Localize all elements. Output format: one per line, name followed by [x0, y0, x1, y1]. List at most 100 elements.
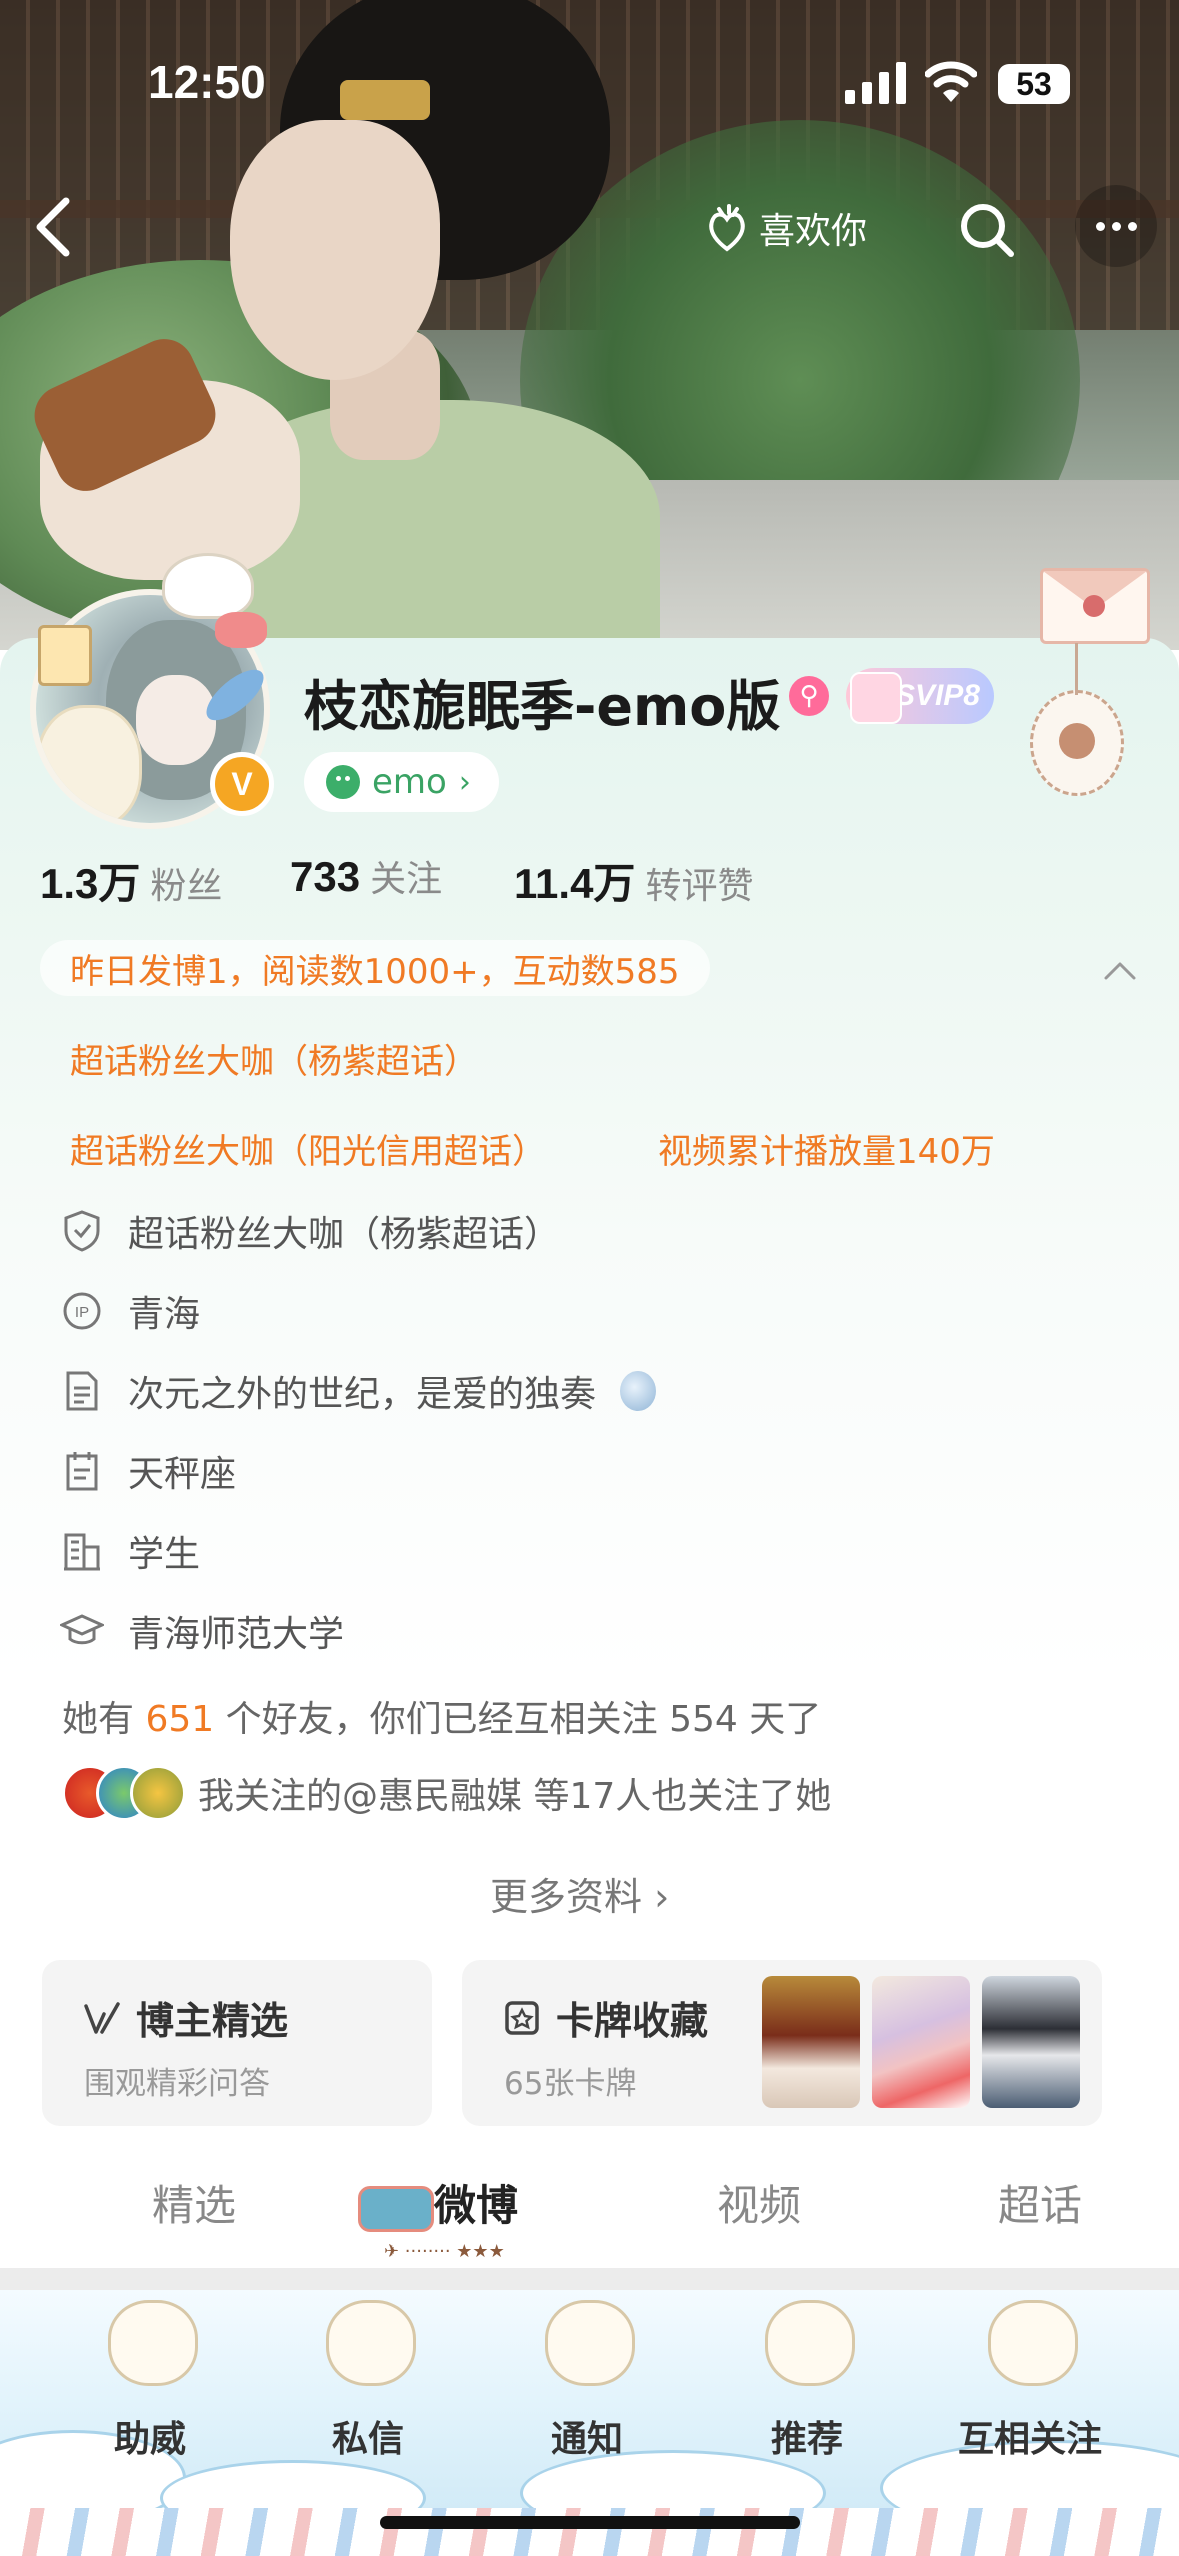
friends-prefix: 她有	[62, 1699, 135, 1740]
common-follows-avatars	[62, 1765, 186, 1821]
pen-check-icon	[84, 2001, 120, 2034]
blogger-picks-card[interactable]: 博主精选 围观精彩问答	[42, 1960, 432, 2126]
card-collection-card[interactable]: 卡牌收藏 65张卡牌	[462, 1960, 1102, 2126]
mascot-icon	[988, 2300, 1078, 2386]
ip-location-icon: IP	[60, 1289, 104, 1333]
recommend-label: 推荐	[770, 2419, 843, 2460]
interactions-count: 11.4万	[514, 860, 636, 907]
card-collection-title: 卡牌收藏	[556, 1999, 709, 2043]
video-views-highlight[interactable]: 视频累计播放量140万	[628, 1120, 1025, 1176]
cheer-button[interactable]: 助威	[50, 2300, 250, 2500]
envelope-seal	[1083, 595, 1105, 617]
crab-sticker-icon	[215, 612, 267, 648]
envelope-sticker-icon[interactable]	[1040, 568, 1150, 644]
cheer-label: 助威	[113, 2419, 186, 2460]
mood-status-pill[interactable]: emo ›	[304, 752, 499, 812]
search-button[interactable]	[955, 198, 1019, 262]
avatar-bear	[36, 705, 142, 823]
like-you-button[interactable]: 喜欢你	[705, 198, 867, 258]
cover-hairpin	[340, 80, 430, 120]
blogger-picks-subtitle: 围观精彩问答	[84, 2066, 270, 2102]
frame-sticker-icon	[38, 625, 92, 686]
stamp-string	[1075, 643, 1078, 695]
super-title-text: 超话粉丝大咖（杨紫超话）	[128, 1214, 561, 1255]
school-text: 青海师范大学	[128, 1614, 345, 1655]
dot-icon	[1111, 221, 1121, 231]
tab-picks[interactable]: 精选	[152, 2172, 236, 2233]
chevron-left-icon	[36, 197, 70, 257]
chevron-right-icon: ›	[458, 764, 471, 800]
following-stat[interactable]: 733 关注	[290, 850, 442, 902]
pink-member-badge-icon[interactable]: ⚲	[789, 676, 829, 716]
tab-super-topic[interactable]: 超话	[998, 2172, 1082, 2233]
chevron-up-icon	[1104, 962, 1136, 980]
card-thumbnail[interactable]	[762, 1976, 860, 2108]
section-divider	[0, 2268, 1179, 2290]
sad-face-icon	[326, 765, 360, 799]
blogger-picks-title: 博主精选	[136, 1999, 289, 2043]
verified-badge[interactable]: V	[210, 752, 274, 816]
moon-emoji-icon	[620, 1371, 657, 1411]
avatar-face	[136, 675, 216, 765]
status-time: 12:50	[148, 56, 266, 108]
username: 枝恋旎眠季-emo版	[304, 675, 781, 738]
mood-label: emo	[372, 762, 447, 802]
mutual-friends-line[interactable]: 她有 651 个好友，你们已经互相关注 554 天了	[62, 1690, 821, 1742]
info-row-super-title: 超话粉丝大咖（杨紫超话）	[60, 1205, 560, 1257]
camera-sticker-icon	[358, 2186, 434, 2232]
seal-sticker-icon	[162, 553, 254, 619]
home-indicator[interactable]	[380, 2516, 800, 2529]
yesterday-stats-highlight[interactable]: 昨日发博1，阅读数1000+，互动数585	[40, 940, 710, 996]
zodiac-text: 天秤座	[128, 1454, 237, 1495]
friends-suffix: 个好友，你们已经互相关注 554 天了	[225, 1699, 822, 1740]
info-row-job: 学生	[60, 1525, 200, 1577]
paw-icon	[1059, 723, 1095, 759]
more-options-button[interactable]	[1075, 185, 1157, 267]
common-follows-line[interactable]: 我关注的@惠民融媒 等17人也关注了她	[62, 1765, 831, 1821]
following-label: 关注	[370, 859, 443, 900]
super-fan-highlight-credit[interactable]: 超话粉丝大咖（阳光信用超话）	[40, 1120, 576, 1176]
mascot-icon	[765, 2300, 855, 2386]
bio-text: 次元之外的世纪，是爱的独奏	[128, 1374, 597, 1415]
wifi-icon	[924, 58, 978, 104]
card-thumbnail[interactable]	[872, 1976, 970, 2108]
dot-icon	[1127, 221, 1137, 231]
friends-count: 651	[145, 1699, 215, 1740]
ip-location-text: 青海	[128, 1294, 201, 1335]
graduation-cap-icon	[60, 1609, 104, 1653]
fans-count: 1.3万	[40, 860, 141, 907]
card-star-icon	[505, 2000, 539, 2035]
messages-button[interactable]: 私信	[268, 2300, 468, 2500]
more-info-link[interactable]: 更多资料 ›	[490, 1866, 669, 1921]
fans-label: 粉丝	[150, 866, 223, 907]
recommend-button[interactable]: 推荐	[707, 2300, 907, 2500]
tab-weibo[interactable]: 微博	[434, 2172, 518, 2233]
fans-stat[interactable]: 1.3万 粉丝	[40, 850, 222, 911]
card-thumbnail[interactable]	[982, 1976, 1080, 2108]
back-button[interactable]	[30, 195, 80, 259]
mutual-follow-button[interactable]: 互相关注	[930, 2300, 1130, 2500]
shield-check-icon	[60, 1209, 104, 1253]
svip-badge[interactable]: SVIP8	[846, 668, 994, 724]
svip-label: SVIP8	[894, 679, 980, 712]
collapse-button[interactable]	[1100, 950, 1140, 990]
cellular-signal-icon	[845, 62, 907, 104]
common-follows-text: 我关注的@惠民融媒 等17人也关注了她	[198, 1776, 832, 1817]
interactions-stat[interactable]: 11.4万 转评赞	[514, 850, 753, 911]
dot-icon	[1095, 221, 1105, 231]
battery-indicator: 53	[998, 64, 1070, 104]
calendar-icon	[60, 1449, 104, 1493]
tab-video[interactable]: 视频	[717, 2172, 801, 2233]
mascot-icon	[545, 2300, 635, 2386]
document-icon	[60, 1369, 104, 1413]
notifications-button[interactable]: 通知	[487, 2300, 687, 2500]
blogger-picks-title-row: 博主精选	[82, 1990, 288, 2045]
heart-hand-icon	[709, 204, 745, 252]
mascot-icon	[108, 2300, 198, 2386]
super-fan-highlight-yangzi[interactable]: 超话粉丝大咖（杨紫超话）	[40, 1030, 508, 1086]
cover-face	[230, 120, 440, 380]
notifications-label: 通知	[550, 2419, 623, 2460]
job-text: 学生	[128, 1534, 201, 1575]
svip-mascot-icon	[850, 672, 902, 724]
info-row-bio: 次元之外的世纪，是爱的独奏	[60, 1365, 657, 1417]
